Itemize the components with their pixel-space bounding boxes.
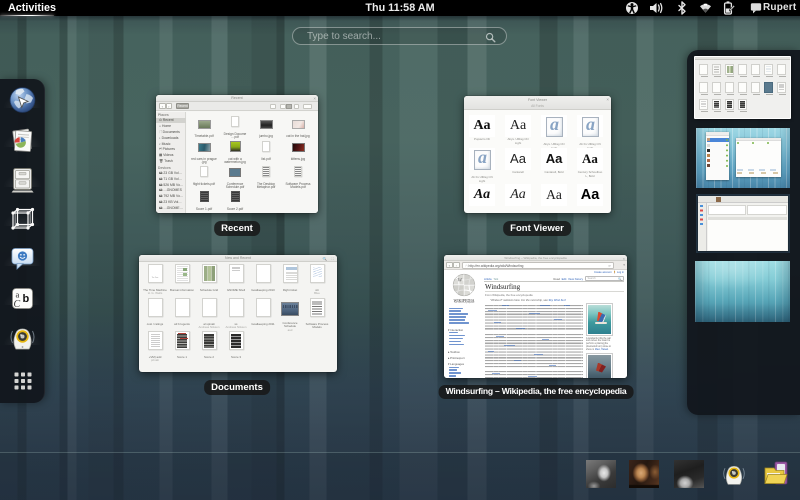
svg-text:C: C: [14, 298, 21, 309]
svg-text:W: W: [458, 278, 463, 283]
svg-text:b: b: [23, 293, 30, 305]
